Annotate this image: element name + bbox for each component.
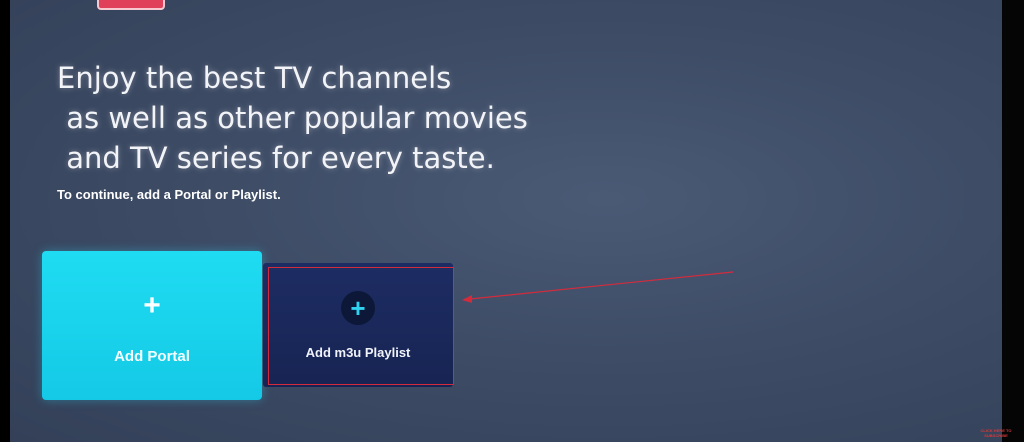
headline-line-1: Enjoy the best TV channels bbox=[57, 61, 452, 95]
subscribe-overlay-line-2: SUBSCRIBE bbox=[984, 433, 1008, 438]
add-m3u-playlist-button[interactable]: + Add m3u Playlist bbox=[263, 263, 453, 387]
plus-icon: + bbox=[143, 289, 161, 322]
instruction-text: To continue, add a Portal or Playlist. bbox=[57, 187, 281, 202]
screen-bezel bbox=[1002, 0, 1024, 442]
add-portal-button[interactable]: + Add Portal bbox=[42, 251, 262, 400]
headline-line-2: as well as other popular movies bbox=[57, 101, 528, 135]
add-m3u-playlist-label: Add m3u Playlist bbox=[305, 345, 411, 360]
add-portal-label: Add Portal bbox=[114, 348, 190, 365]
top-badge bbox=[97, 0, 165, 10]
plus-circle-icon: + bbox=[341, 291, 375, 325]
subscribe-overlay[interactable]: CLICK HERE TO SUBSCRIBE bbox=[968, 428, 1024, 438]
headline-line-3: and TV series for every taste. bbox=[57, 141, 495, 175]
headline: Enjoy the best TV channels as well as ot… bbox=[57, 58, 528, 178]
